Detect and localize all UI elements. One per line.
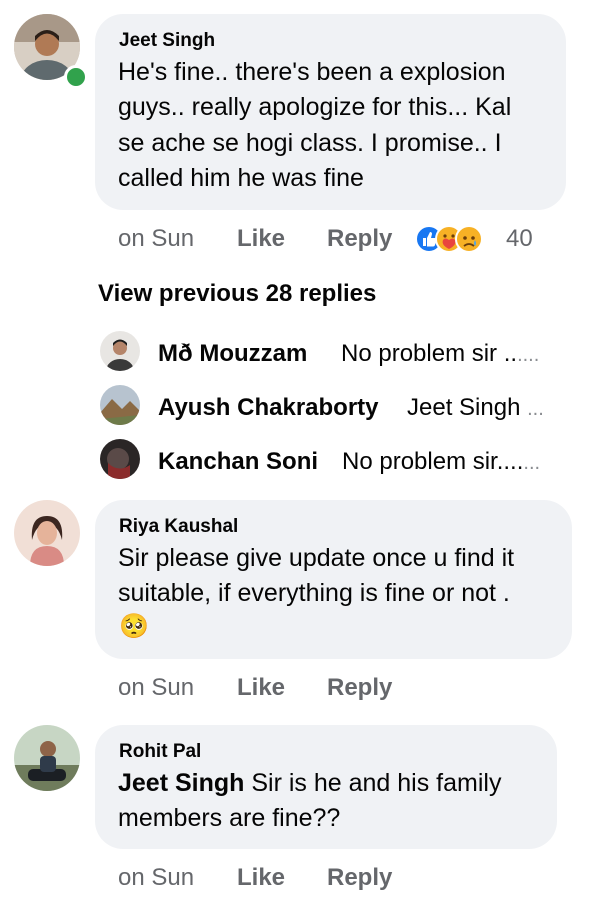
sad-reaction-icon (455, 225, 483, 253)
online-status-dot (64, 65, 88, 89)
comment-text-line: Sir please give update once u find it (118, 544, 515, 572)
reply-preview-text[interactable]: No problem sir ...... (341, 340, 539, 368)
avatar[interactable] (100, 331, 140, 371)
comment-author[interactable]: Rohit Pal (119, 741, 201, 763)
reply-ellipsis: ... (527, 398, 544, 420)
comment-text-line: guys.. really apologize for this... Kal (118, 93, 512, 121)
comment-text: Sir is he and his family (244, 769, 502, 797)
reply-author[interactable]: Kanchan Soni (158, 448, 318, 476)
reply-button[interactable]: Reply (327, 225, 392, 253)
reply-preview-text[interactable]: Jeet Singh ... (407, 394, 544, 422)
reply-button[interactable]: Reply (327, 864, 392, 892)
person-photo-icon (100, 331, 140, 371)
comment-author[interactable]: Riya Kaushal (119, 516, 238, 538)
comment-timestamp[interactable]: on Sun (118, 864, 194, 892)
like-button[interactable]: Like (237, 225, 285, 253)
mention-link[interactable]: Jeet Singh (118, 769, 244, 797)
reply-preview: No problem sir .. (341, 340, 518, 367)
reply-author[interactable]: Ayush Chakraborty (158, 394, 379, 422)
comment-timestamp[interactable]: on Sun (118, 674, 194, 702)
comment-text-line: se ache se hogi class. I promise.. I (118, 129, 502, 157)
reply-preview: Jeet Singh (407, 394, 521, 421)
comment-author[interactable]: Jeet Singh (119, 30, 215, 52)
person-photo-icon (100, 439, 140, 479)
reply-button[interactable]: Reply (327, 674, 392, 702)
person-photo-icon (14, 500, 80, 566)
reply-preview-text[interactable]: No problem sir....... (342, 448, 540, 476)
avatar[interactable] (100, 385, 140, 425)
comment-text-line: called him he was fine (118, 164, 364, 192)
avatar[interactable] (14, 725, 80, 791)
reply-author[interactable]: Mð Mouzzam (158, 340, 307, 368)
view-previous-replies-link[interactable]: View previous 28 replies (98, 280, 376, 308)
comment-bubble: Jeet Singh He's fine.. there's been a ex… (95, 14, 566, 210)
comment-text-line: members are fine?? (118, 804, 341, 832)
comment-text-line: suitable, if everything is fine or not . (118, 579, 510, 607)
avatar[interactable] (100, 439, 140, 479)
reactions-summary[interactable]: 40 (415, 224, 545, 254)
comment-bubble: Riya Kaushal Sir please give update once… (95, 500, 572, 659)
comment-bubble: Rohit Pal Jeet Singh Sir is he and his f… (95, 725, 557, 849)
avatar[interactable] (14, 500, 80, 566)
reply-ellipsis: ... (523, 452, 541, 474)
person-photo-icon (14, 725, 80, 791)
like-button[interactable]: Like (237, 864, 285, 892)
like-button[interactable]: Like (237, 674, 285, 702)
comment-text-line: He's fine.. there's been a explosion (118, 58, 506, 86)
comment-text-line: Jeet Singh Sir is he and his family (118, 766, 501, 802)
reply-preview: No problem sir.... (342, 448, 524, 475)
comment-timestamp[interactable]: on Sun (118, 225, 194, 253)
reaction-count: 40 (506, 225, 533, 252)
landscape-photo-icon (100, 385, 140, 425)
reply-ellipsis: .... (517, 344, 540, 366)
pleading-face-emoji: 🥺 (119, 613, 149, 640)
